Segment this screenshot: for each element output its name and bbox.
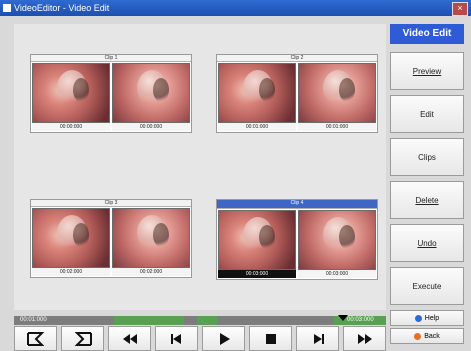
timecode: 00:00:000 — [112, 123, 190, 131]
close-button[interactable]: × — [452, 2, 468, 16]
clip-thumbnail[interactable]: 00:00:000 — [32, 63, 110, 131]
app-icon — [3, 4, 11, 12]
execute-button[interactable]: Execute — [390, 267, 464, 305]
window-title: VideoEditor - Video Edit — [14, 3, 110, 13]
rewind-button[interactable] — [108, 326, 151, 351]
mark-out-button[interactable] — [61, 326, 104, 351]
playhead-marker[interactable] — [338, 315, 348, 321]
window-titlebar: VideoEditor - Video Edit × — [0, 0, 471, 16]
timeline-segment — [197, 316, 217, 325]
timecode: 00:03:000 — [218, 270, 296, 278]
help-button[interactable]: Help — [390, 310, 464, 326]
clip-thumbnail[interactable]: 00:01:000 — [218, 63, 296, 131]
clips-button[interactable]: Clips — [390, 138, 464, 176]
fast-forward-icon — [357, 333, 372, 344]
step-forward-button[interactable] — [296, 326, 339, 351]
timecode: 00:00:000 — [32, 123, 110, 131]
back-icon — [414, 332, 422, 340]
timecode: 00:02:000 — [112, 268, 190, 276]
timecode: 00:01:000 — [298, 123, 376, 131]
timeline-segment — [114, 316, 184, 325]
clip-title: Clip 3 — [31, 200, 191, 207]
clip-card-1[interactable]: Clip 1 00:00:000 00:00:000 — [30, 54, 192, 133]
help-icon — [414, 314, 422, 322]
delete-button[interactable]: Delete — [390, 181, 464, 219]
video-edit-panel: Video Edit Preview Edit Clips Delete Und… — [390, 24, 464, 351]
stop-icon — [265, 333, 276, 344]
clip-card-2[interactable]: Clip 2 00:01:000 00:01:000 — [216, 54, 378, 133]
timeline-end-label: 00:03:000 — [347, 317, 374, 323]
clip-thumbnail[interactable]: 00:01:000 — [298, 63, 376, 131]
timecode: 00:01:000 — [218, 123, 296, 131]
clip-card-3[interactable]: Clip 3 00:02:000 00:02:000 — [30, 199, 192, 278]
mark-out-icon — [74, 331, 92, 346]
play-icon — [219, 332, 230, 345]
back-button[interactable]: Back — [390, 328, 464, 344]
clip-title: Clip 2 — [217, 55, 377, 62]
clip-workspace: Clip 1 00:00:000 00:00:000 Clip 2 00:01:… — [14, 24, 386, 310]
stop-button[interactable] — [249, 326, 292, 351]
clip-thumbnail[interactable]: 00:02:000 — [32, 208, 110, 276]
step-back-icon — [170, 333, 181, 344]
step-forward-icon — [313, 333, 324, 344]
mark-in-icon — [26, 331, 44, 346]
clip-thumbnail[interactable]: 00:03:000 — [218, 210, 296, 278]
timecode: 00:02:000 — [32, 268, 110, 276]
clip-title: Clip 1 — [31, 55, 191, 62]
play-button[interactable] — [202, 326, 245, 351]
clip-thumbnail[interactable]: 00:02:000 — [112, 208, 190, 276]
step-back-button[interactable] — [155, 326, 198, 351]
fast-forward-button[interactable] — [343, 326, 386, 351]
mark-in-button[interactable] — [14, 326, 57, 351]
clip-thumbnail[interactable]: 00:00:000 — [112, 63, 190, 131]
timeline-start-label: 00:01:000 — [20, 317, 47, 323]
clip-thumbnail[interactable]: 00:03:000 — [298, 210, 376, 278]
transport-controls — [14, 326, 386, 351]
edit-button[interactable]: Edit — [390, 95, 464, 133]
timecode: 00:03:000 — [298, 270, 376, 278]
rewind-icon — [122, 333, 137, 344]
clip-card-4[interactable]: Clip 4 00:03:000 00:03:000 — [216, 199, 378, 280]
timeline-bar[interactable]: 00:01:000 00:03:000 — [14, 315, 386, 325]
undo-button[interactable]: Undo — [390, 224, 464, 262]
clip-title: Clip 4 — [217, 200, 377, 209]
preview-button[interactable]: Preview — [390, 52, 464, 90]
panel-title: Video Edit — [390, 24, 464, 44]
